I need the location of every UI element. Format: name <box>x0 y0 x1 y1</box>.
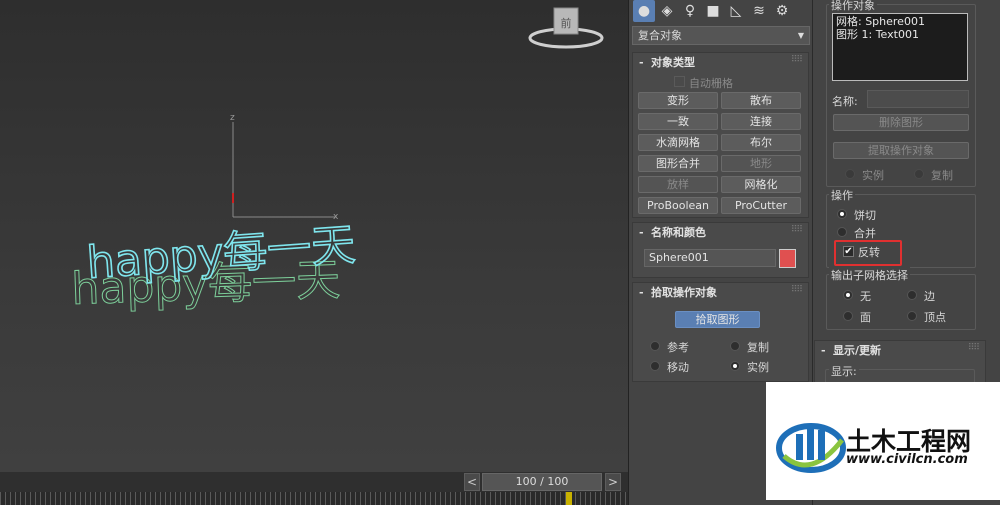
terrain-button[interactable]: 地形 <box>721 155 801 172</box>
civilcn-logo-icon <box>776 423 846 473</box>
operand-item[interactable]: 网格: Sphere001 <box>836 15 964 28</box>
pick-operand-header[interactable]: - 拾取操作对象 <box>633 283 808 303</box>
shapemerge-button[interactable]: 图形合并 <box>638 155 718 172</box>
conform-button[interactable]: 一致 <box>638 113 718 130</box>
extract-instance-radio[interactable] <box>845 169 855 179</box>
rollout-grip-icon: ⠿⠿ <box>790 285 803 295</box>
object-type-header[interactable]: - 对象类型 <box>633 53 808 73</box>
next-frame-button[interactable]: > <box>605 473 621 491</box>
proboolean-button[interactable]: ProBoolean <box>638 197 718 214</box>
reference-label: 参考 <box>667 341 689 354</box>
instance-radio[interactable] <box>730 361 740 371</box>
output-selection-title: 输出子网格选择 <box>829 267 910 283</box>
merge-radio[interactable] <box>837 227 847 237</box>
boolean-button[interactable]: 布尔 <box>721 134 801 151</box>
output-none-label: 无 <box>860 290 871 303</box>
watermark: 土木工程网 www.civilcn.com <box>766 382 1000 500</box>
prev-frame-button[interactable]: < <box>464 473 480 491</box>
extract-instance-label: 实例 <box>862 169 884 182</box>
rollout-grip-icon: ⠿⠿ <box>967 343 980 353</box>
connect-button[interactable]: 连接 <box>721 113 801 130</box>
current-frame-marker[interactable] <box>566 492 572 505</box>
morph-button[interactable]: 变形 <box>638 92 718 109</box>
track-bar[interactable] <box>0 492 628 505</box>
autogrid-checkbox[interactable] <box>674 76 685 87</box>
extract-copy-label: 复制 <box>931 169 953 182</box>
shapes-tab-icon[interactable]: ◈ <box>656 0 678 22</box>
display-update-header[interactable]: - 显示/更新 <box>815 341 985 361</box>
blobmesh-button[interactable]: 水滴网格 <box>638 134 718 151</box>
loft-button[interactable]: 放样 <box>638 176 718 193</box>
viewcube-face-label: 前 <box>561 16 572 30</box>
output-face-radio[interactable] <box>843 311 853 321</box>
name-color-header[interactable]: - 名称和颜色 <box>633 223 808 243</box>
command-panel-tabs: ● ◈ ♀ ■ ◺ ≋ ⚙ <box>629 0 813 22</box>
rollout-grip-icon: ⠿⠿ <box>790 225 803 235</box>
move-radio[interactable] <box>650 361 660 371</box>
merge-label: 合并 <box>854 227 876 240</box>
display-label: 显示: <box>829 363 859 379</box>
watermark-url: www.civilcn.com <box>846 452 968 467</box>
operands-title: 操作对象 <box>829 0 877 13</box>
cameras-tab-icon[interactable]: ■ <box>702 0 724 22</box>
highlight-box <box>834 240 902 266</box>
operand-item[interactable]: 图形 1: Text001 <box>836 28 964 41</box>
operands-list[interactable]: 网格: Sphere001 图形 1: Text001 <box>832 13 968 81</box>
imprint-radio[interactable] <box>837 209 847 219</box>
time-slider-frame[interactable]: 100 / 100 <box>482 473 602 491</box>
copy-label: 复制 <box>747 341 769 354</box>
geometry-tab-icon[interactable]: ● <box>633 0 655 22</box>
extract-operand-button[interactable]: 提取操作对象 <box>833 142 969 159</box>
rollout-grip-icon: ⠿⠿ <box>790 55 803 65</box>
imprint-label: 饼切 <box>854 209 876 222</box>
output-vertex-radio[interactable] <box>907 311 917 321</box>
move-label: 移动 <box>667 361 689 374</box>
category-dropdown[interactable]: 复合对象 ▼ <box>632 26 810 45</box>
output-vertex-label: 顶点 <box>924 311 946 324</box>
viewport-scene: z x happy每一天 happy每一天 前 <box>70 7 604 315</box>
scatter-button[interactable]: 散布 <box>721 92 801 109</box>
lights-tab-icon[interactable]: ♀ <box>679 0 701 22</box>
operand-name-field[interactable] <box>867 90 969 108</box>
output-face-label: 面 <box>860 311 871 324</box>
delete-shape-button[interactable]: 删除图形 <box>833 114 969 131</box>
object-color-swatch[interactable] <box>779 249 796 268</box>
chevron-down-icon: ▼ <box>797 31 804 40</box>
spacewarps-tab-icon[interactable]: ≋ <box>748 0 770 22</box>
z-axis-label: z <box>230 113 235 123</box>
pick-shape-button[interactable]: 拾取图形 <box>675 311 760 328</box>
systems-tab-icon[interactable]: ⚙ <box>771 0 793 22</box>
category-value: 复合对象 <box>638 29 682 42</box>
procutter-button[interactable]: ProCutter <box>721 197 801 214</box>
extract-copy-radio[interactable] <box>914 169 924 179</box>
pick-operand-rollout: - 拾取操作对象 ⠿⠿ 拾取图形 参考 复制 移动 实例 <box>632 282 809 382</box>
mesher-button[interactable]: 网格化 <box>721 176 801 193</box>
object-name-field[interactable]: Sphere001 <box>644 249 776 267</box>
instance-label: 实例 <box>747 361 769 374</box>
output-edge-label: 边 <box>924 290 935 303</box>
output-edge-radio[interactable] <box>907 290 917 300</box>
perspective-viewport[interactable]: z x happy每一天 happy每一天 前 <box>0 0 628 472</box>
operation-title: 操作 <box>829 187 855 203</box>
helpers-tab-icon[interactable]: ◺ <box>725 0 747 22</box>
output-none-radio[interactable] <box>843 290 853 300</box>
name-label: 名称: <box>832 95 858 108</box>
autogrid-label: 自动栅格 <box>689 77 733 90</box>
reference-radio[interactable] <box>650 341 660 351</box>
copy-radio[interactable] <box>730 341 740 351</box>
name-color-rollout: - 名称和颜色 ⠿⠿ Sphere001 <box>632 222 809 278</box>
object-type-rollout: - 对象类型 ⠿⠿ 自动栅格 变形 散布 一致 连接 水滴网格 布尔 图形合并 地… <box>632 52 809 218</box>
